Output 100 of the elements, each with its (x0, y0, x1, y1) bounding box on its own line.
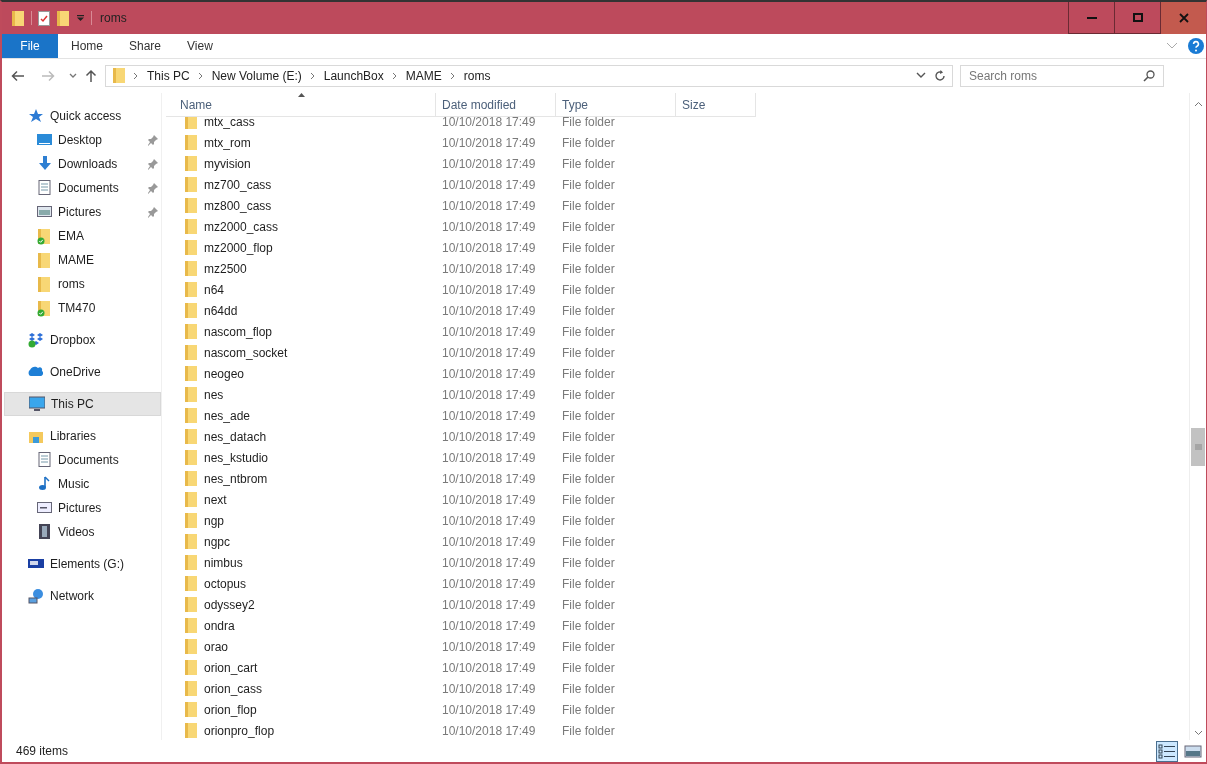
file-name[interactable]: nimbus (166, 552, 436, 573)
breadcrumb[interactable]: New Volume (E:) (211, 68, 302, 83)
file-name[interactable]: mtx_cass (166, 117, 436, 132)
breadcrumb[interactable]: MAME (405, 68, 442, 83)
file-name[interactable]: next (166, 489, 436, 510)
column-header[interactable]: Date modified (436, 93, 556, 116)
address-bar[interactable]: This PC New Volume (E:) LaunchBox MAME roms (105, 64, 953, 87)
nav-item[interactable]: Videos (4, 520, 161, 544)
nav-item[interactable]: EMA (4, 224, 161, 248)
type-cell-text: File folder (561, 575, 616, 593)
folder-icon (184, 323, 198, 340)
nav-item[interactable]: Quick access (4, 104, 161, 128)
search-field[interactable]: Search roms (960, 64, 1164, 87)
maximize-button[interactable] (1114, 2, 1160, 34)
file-name[interactable]: nes (166, 384, 436, 405)
minimize-button[interactable] (1068, 2, 1114, 34)
file-name[interactable]: nes_ade (166, 405, 436, 426)
file-name[interactable]: mz800_cass (166, 195, 436, 216)
nav-item[interactable]: Network (4, 584, 161, 608)
date-cell-text: 10/10/2018 17:49 (441, 722, 537, 740)
file-name[interactable]: nascom_socket (166, 342, 436, 363)
breadcrumb[interactable]: roms (463, 68, 491, 83)
file-name[interactable]: nascom_flop (166, 321, 436, 342)
back-arrow-icon[interactable] (11, 69, 25, 82)
nav-item[interactable]: Dropbox (4, 328, 161, 352)
grip-icon (1194, 444, 1202, 450)
nav-item[interactable]: roms (4, 272, 161, 296)
folder-icon (184, 117, 198, 130)
dropdown-caret-icon[interactable] (76, 14, 85, 22)
recent-locations-caret-icon[interactable] (69, 72, 77, 79)
scroll-up-icon (1193, 101, 1203, 107)
nav-item[interactable]: OneDrive (4, 360, 161, 384)
nav-item[interactable]: Documents (4, 176, 161, 200)
nav-item[interactable]: This PC (4, 392, 161, 416)
file-name[interactable]: mz2500 (166, 258, 436, 279)
column-header[interactable]: Size (676, 93, 756, 116)
help-icon[interactable] (1188, 38, 1204, 54)
file-name[interactable]: odyssey2 (166, 594, 436, 615)
file-name[interactable]: ondra (166, 615, 436, 636)
nav-item[interactable]: Libraries (4, 424, 161, 448)
folder-icon (112, 67, 125, 84)
file-name[interactable]: octopus (166, 573, 436, 594)
file-name[interactable]: n64dd (166, 300, 436, 321)
file-name[interactable]: orion_cart (166, 657, 436, 678)
file-name[interactable]: ngp (166, 510, 436, 531)
chevron-icon (197, 71, 204, 80)
nav-item[interactable]: Music (4, 472, 161, 496)
date-cell-text: 10/10/2018 17:49 (441, 638, 537, 656)
ribbon-tab[interactable]: File (2, 34, 58, 58)
scrollbar[interactable] (1189, 93, 1206, 740)
file-name[interactable]: orao (166, 636, 436, 657)
folder-icon[interactable] (11, 9, 25, 27)
file-name[interactable]: ngpc (166, 531, 436, 552)
details-view-button[interactable] (1156, 740, 1178, 762)
file-name[interactable]: neogeo (166, 363, 436, 384)
nav-item[interactable]: Desktop (4, 128, 161, 152)
breadcrumb[interactable]: This PC (147, 68, 190, 83)
type-cell-text: File folder (561, 323, 616, 341)
nav-item[interactable]: Pictures (4, 496, 161, 520)
file-name[interactable]: orion_flop (166, 699, 436, 720)
ribbon-tab[interactable]: View (174, 34, 226, 58)
properties-icon[interactable] (38, 10, 50, 26)
file-name[interactable]: n64 (166, 279, 436, 300)
type-cell-text: File folder (561, 155, 616, 173)
file-name[interactable]: mz2000_cass (166, 216, 436, 237)
file-name[interactable]: nes_datach (166, 426, 436, 447)
file-name[interactable]: orionpro_flop (166, 720, 436, 740)
nav-item[interactable]: MAME (4, 248, 161, 272)
expand-ribbon-icon[interactable] (1166, 42, 1178, 50)
date-cell-text: 10/10/2018 17:49 (441, 155, 537, 173)
scrollbar-thumb[interactable] (1191, 428, 1205, 466)
nav-item[interactable]: Documents (4, 448, 161, 472)
file-name[interactable]: mtx_rom (166, 132, 436, 153)
file-name[interactable]: nes_ntbrom (166, 468, 436, 489)
file-name[interactable]: myvision (166, 153, 436, 174)
ribbon-tab[interactable]: Home (58, 34, 116, 58)
column-header[interactable]: Type (556, 93, 676, 116)
breadcrumb[interactable]: LaunchBox (323, 68, 384, 83)
date-cell-text: 10/10/2018 17:49 (441, 533, 537, 551)
type-cell-text: File folder (561, 302, 616, 320)
up-arrow-icon[interactable] (85, 68, 97, 83)
folder-icon[interactable] (56, 9, 70, 27)
nav-item[interactable]: Pictures (4, 200, 161, 224)
nav-item[interactable]: Elements (G:) (4, 552, 161, 576)
type-cell-text: File folder (561, 680, 616, 698)
refresh-icon[interactable] (934, 69, 946, 82)
folder-icon (37, 251, 52, 269)
file-name[interactable]: orion_cass (166, 678, 436, 699)
folder-icon (184, 197, 198, 214)
ribbon-tab[interactable]: Share (116, 34, 175, 58)
file-name[interactable]: mz700_cass (166, 174, 436, 195)
dropdown-caret-icon[interactable] (916, 72, 926, 79)
date-cell-text: 10/10/2018 17:49 (441, 365, 537, 383)
file-name[interactable]: nes_kstudio (166, 447, 436, 468)
nav-item[interactable]: TM470 (4, 296, 161, 320)
folder-icon (184, 575, 198, 592)
nav-item[interactable]: Downloads (4, 152, 161, 176)
close-button[interactable] (1160, 2, 1206, 34)
column-header[interactable]: Name (166, 93, 436, 116)
file-name[interactable]: mz2000_flop (166, 237, 436, 258)
